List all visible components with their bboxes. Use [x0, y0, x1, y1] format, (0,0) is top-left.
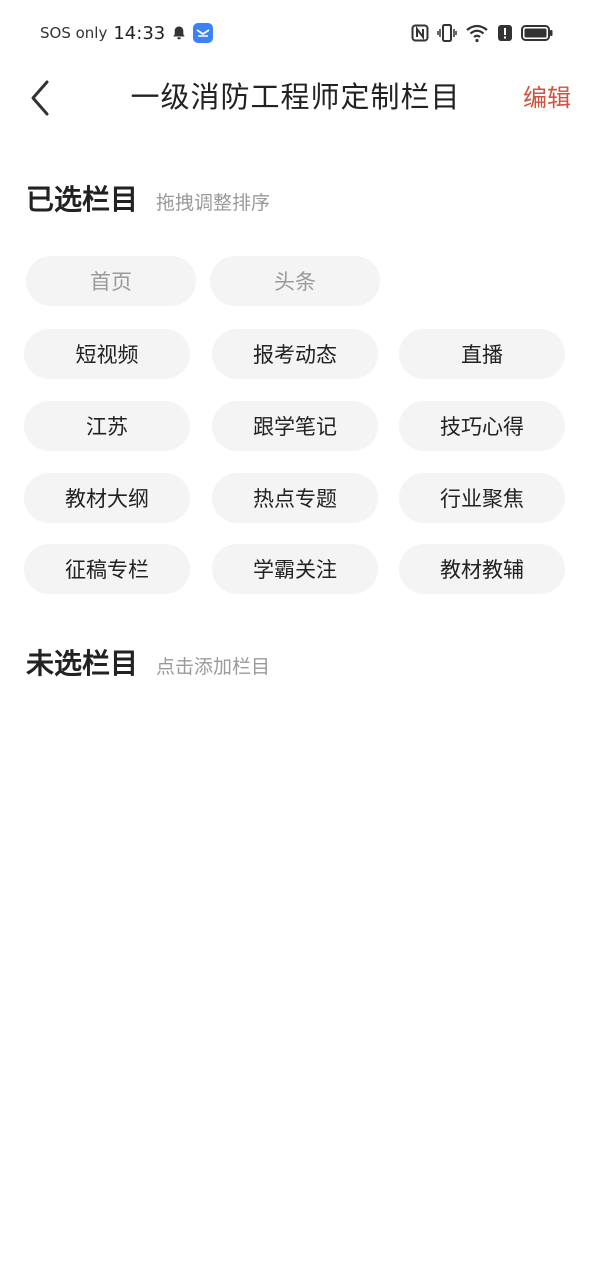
channel-chip[interactable]: 教材教辅 — [399, 544, 565, 594]
selected-section-hint: 拖拽调整排序 — [156, 192, 271, 214]
header-bar: 一级消防工程师定制栏目 编辑 — [0, 66, 591, 128]
selected-section-title: 已选栏目 — [26, 183, 139, 216]
nfc-icon — [411, 24, 429, 42]
channel-chip[interactable]: 跟学笔记 — [212, 401, 378, 451]
wifi-icon — [466, 24, 488, 43]
channel-chip[interactable]: 直播 — [399, 329, 565, 379]
selected-section-header: 已选栏目 拖拽调整排序 — [26, 178, 270, 218]
channel-chip-fixed: 头条 — [210, 256, 380, 306]
channel-chip[interactable]: 短视频 — [24, 329, 190, 379]
channel-chip[interactable]: 行业聚焦 — [399, 473, 565, 523]
status-bar: SOS only 14:33 — [0, 0, 591, 66]
clock-time: 14:33 — [113, 22, 166, 44]
channel-chip[interactable]: 江苏 — [24, 401, 190, 451]
battery-icon — [521, 25, 553, 41]
channel-chip-fixed: 首页 — [26, 256, 196, 306]
channel-chip[interactable]: 报考动态 — [212, 329, 378, 379]
channel-chip[interactable]: 征稿专栏 — [24, 544, 190, 594]
unselected-section-title: 未选栏目 — [26, 647, 139, 680]
vibrate-icon — [437, 24, 457, 42]
bell-icon — [173, 26, 185, 40]
unselected-section-header: 未选栏目 点击添加栏目 — [26, 642, 270, 682]
status-right — [411, 23, 553, 43]
app-notification-icon — [193, 23, 214, 43]
alert-icon — [498, 25, 512, 41]
page-title: 一级消防工程师定制栏目 — [130, 80, 461, 114]
channel-chip[interactable]: 教材大纲 — [24, 473, 190, 523]
channel-chip[interactable]: 技巧心得 — [399, 401, 565, 451]
unselected-section-hint: 点击添加栏目 — [156, 656, 271, 678]
status-left: SOS only 14:33 — [40, 22, 214, 44]
edit-button[interactable]: 编辑 — [523, 78, 571, 113]
channel-chip[interactable]: 学霸关注 — [212, 544, 378, 594]
carrier-text: SOS only — [40, 24, 108, 42]
channel-chip[interactable]: 热点专题 — [212, 473, 378, 523]
